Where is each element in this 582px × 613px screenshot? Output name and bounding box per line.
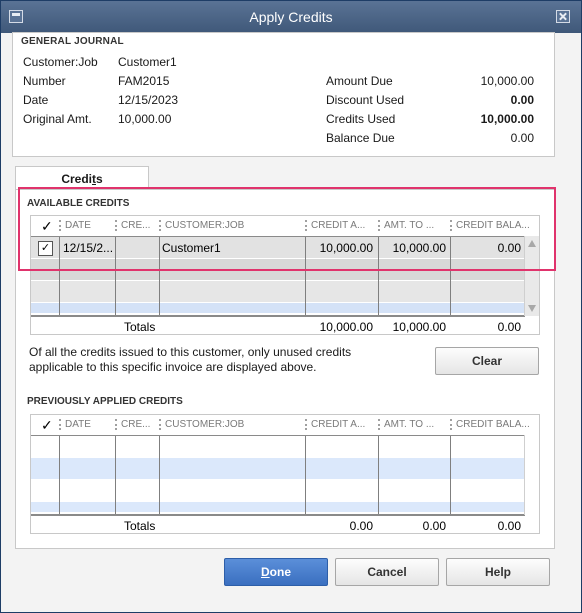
scroll-down-icon[interactable] xyxy=(528,305,536,312)
original-amount-label: Original Amt. xyxy=(23,112,92,126)
previously-applied-credits-header: ✓ DATE CRE... CUSTOMER:JOB CREDIT A... A… xyxy=(31,415,539,435)
close-icon[interactable] xyxy=(556,10,570,23)
credit-no-column-header[interactable]: CRE... xyxy=(121,419,159,430)
date-label: Date xyxy=(23,93,49,107)
date-value: 12/15/2023 xyxy=(118,93,179,107)
tab-credits-label-post: s xyxy=(96,172,103,186)
credit-balance-column-header[interactable]: CREDIT BALA... xyxy=(456,419,541,430)
customer-job-label: Customer:Job xyxy=(23,55,98,69)
general-journal-panel: GENERAL JOURNAL Customer:Job Customer1 N… xyxy=(12,32,555,157)
totals-credit-balance: 0.00 xyxy=(497,320,521,334)
column-separator[interactable] xyxy=(159,419,161,430)
available-credits-totals: Totals 10,000.00 10,000.00 0.00 xyxy=(31,316,525,336)
window-title: Apply Credits xyxy=(249,9,333,25)
discount-used-label: Discount Used xyxy=(326,93,405,107)
done-label-accel: D xyxy=(260,565,270,579)
column-separator[interactable] xyxy=(115,419,117,430)
totals-credit-amount: 0.00 xyxy=(349,519,373,533)
column-line xyxy=(59,436,60,514)
customer-job-value: Customer1 xyxy=(118,55,177,69)
check-column-header[interactable]: ✓ xyxy=(41,417,53,434)
column-separator[interactable] xyxy=(305,419,307,430)
customer-job-column-header[interactable]: CUSTOMER:JOB xyxy=(165,419,301,430)
general-journal-heading: GENERAL JOURNAL xyxy=(21,36,124,47)
cancel-button[interactable]: Cancel xyxy=(335,558,439,586)
balance-due-label: Balance Due xyxy=(326,131,395,145)
amount-due-label: Amount Due xyxy=(326,74,393,88)
highlight-annotation-box xyxy=(18,187,556,271)
column-line xyxy=(159,436,160,514)
original-amount-value: 10,000.00 xyxy=(118,112,172,126)
date-column-header[interactable]: DATE xyxy=(65,419,113,430)
column-line xyxy=(115,436,116,514)
totals-credit-amount: 10,000.00 xyxy=(319,320,373,334)
credits-used-label: Credits Used xyxy=(326,112,396,126)
totals-amount-to-use: 0.00 xyxy=(422,519,446,533)
help-button[interactable]: Help xyxy=(446,558,550,586)
column-separator[interactable] xyxy=(59,419,61,430)
column-separator[interactable] xyxy=(378,419,380,430)
discount-used-value: 0.00 xyxy=(510,93,534,107)
credits-note: Of all the credits issued to this custom… xyxy=(29,345,352,374)
column-line xyxy=(450,436,451,514)
totals-label: Totals xyxy=(124,519,156,533)
previously-applied-credits-heading: PREVIOUSLY APPLIED CREDITS xyxy=(27,396,183,407)
previously-applied-credits-totals: Totals 0.00 0.00 0.00 xyxy=(31,515,525,535)
done-button[interactable]: Done xyxy=(224,558,328,586)
column-line xyxy=(305,436,306,514)
previously-applied-credits-scrollbar[interactable] xyxy=(524,435,539,515)
title-bar[interactable]: Apply Credits xyxy=(1,1,581,33)
clear-button[interactable]: Clear xyxy=(435,347,539,375)
previously-applied-credits-table: ✓ DATE CRE... CUSTOMER:JOB CREDIT A... A… xyxy=(30,414,540,534)
previously-applied-credits-rows xyxy=(31,435,525,515)
column-separator[interactable] xyxy=(450,419,452,430)
column-line xyxy=(378,436,379,514)
credits-used-value: 10,000.00 xyxy=(480,112,534,126)
number-value: FAM2015 xyxy=(118,74,170,88)
totals-amount-to-use: 10,000.00 xyxy=(392,320,446,334)
amount-due-value: 10,000.00 xyxy=(480,74,534,88)
credit-amount-column-header[interactable]: CREDIT A... xyxy=(311,419,377,430)
done-label-post: one xyxy=(269,565,291,579)
totals-label: Totals xyxy=(124,320,156,334)
tab-credits-label-pre: Credi xyxy=(61,172,92,186)
amount-to-use-column-header[interactable]: AMT. TO ... xyxy=(384,419,450,430)
totals-credit-balance: 0.00 xyxy=(497,519,521,533)
number-label: Number xyxy=(23,74,66,88)
apply-credits-window: Apply Credits GENERAL JOURNAL Customer:J… xyxy=(0,0,582,613)
balance-due-value: 0.00 xyxy=(510,131,534,145)
